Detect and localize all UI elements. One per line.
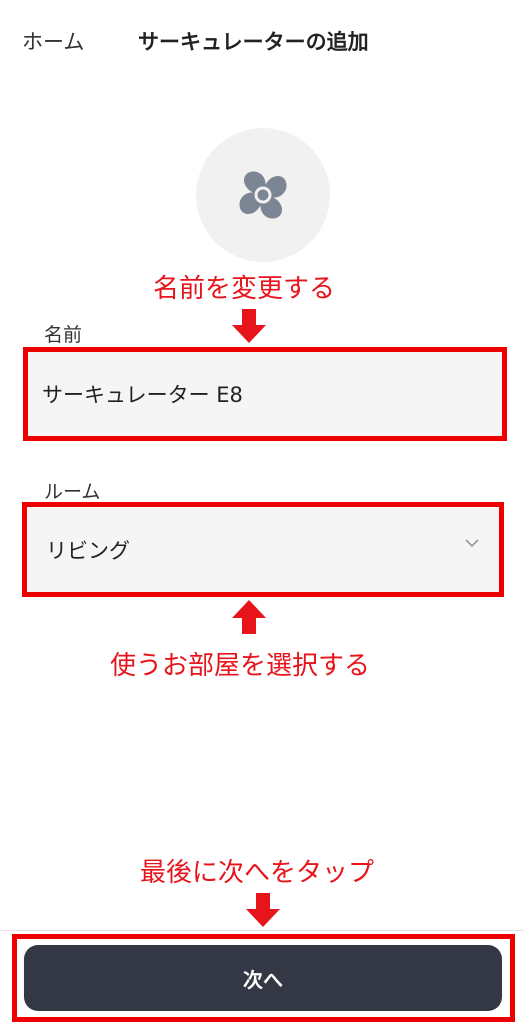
arrow-up-icon	[232, 600, 266, 634]
annotation-next: 最後に次へをタップ	[140, 858, 375, 888]
name-field-label: 名前	[44, 324, 83, 346]
home-back-link[interactable]: ホーム	[22, 26, 84, 56]
fan-icon	[239, 171, 287, 219]
highlight-room-field	[22, 502, 504, 597]
arrow-down-icon	[246, 893, 280, 927]
room-field-label: ルーム	[44, 481, 101, 503]
device-avatar	[196, 128, 330, 262]
page-title: サーキュレーターの追加	[138, 30, 369, 54]
annotation-rename: 名前を変更する	[153, 274, 336, 304]
highlight-next-button	[12, 934, 515, 1022]
footer-divider	[0, 930, 525, 931]
highlight-name-field	[23, 347, 507, 441]
arrow-down-icon	[232, 309, 266, 343]
annotation-room: 使うお部屋を選択する	[110, 651, 371, 681]
